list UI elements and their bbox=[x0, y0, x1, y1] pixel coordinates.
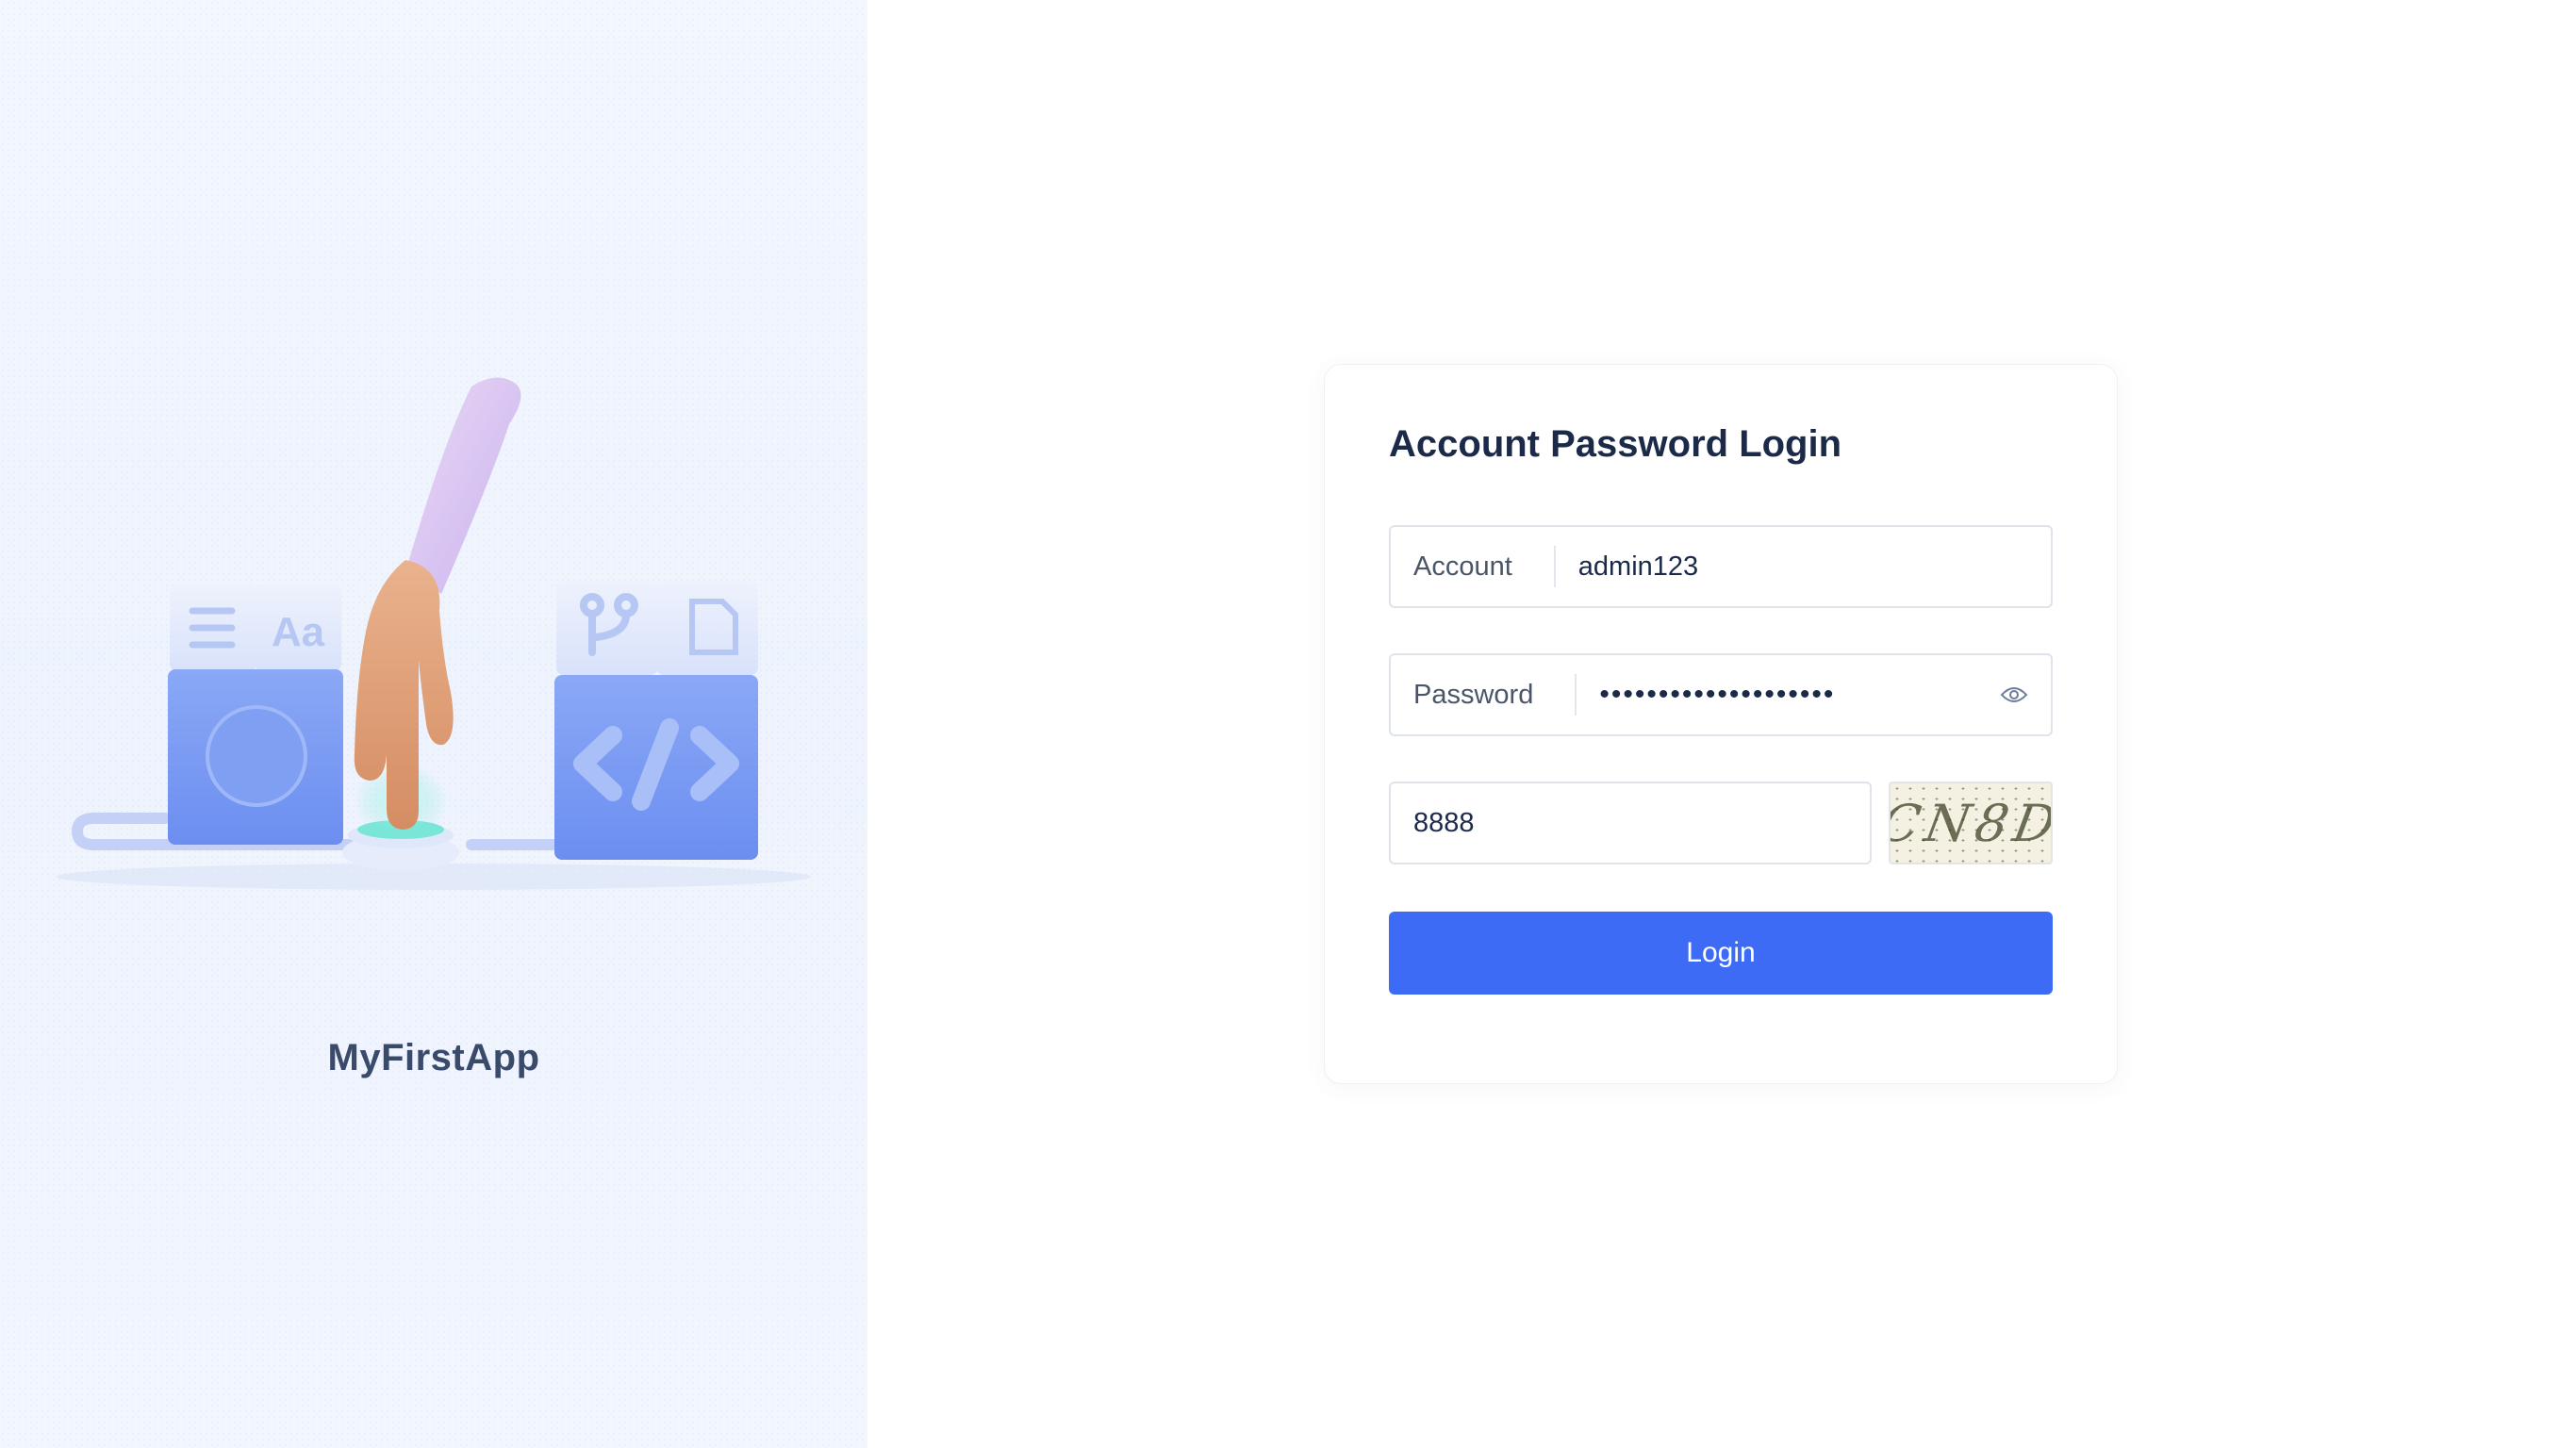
account-input[interactable]: admin123 bbox=[1556, 551, 2051, 583]
captcha-image[interactable]: CN8D bbox=[1889, 782, 2053, 864]
login-card: Account Password Login Account admin123 … bbox=[1324, 364, 2118, 1084]
brand-panel: Aa MyFirstApp bbox=[0, 0, 867, 1448]
password-label: Password bbox=[1391, 674, 1577, 716]
login-page: Aa MyFirstApp Account Password Login Acc… bbox=[0, 0, 2576, 1448]
app-name: MyFirstApp bbox=[327, 1037, 540, 1078]
captcha-value[interactable]: 8888 bbox=[1391, 808, 1475, 839]
account-label: Account bbox=[1391, 546, 1556, 587]
password-input[interactable]: •••••••••••••••••••• bbox=[1577, 679, 1998, 711]
captcha-image-text: CN8D bbox=[1889, 793, 2053, 853]
account-field[interactable]: Account admin123 bbox=[1389, 525, 2053, 608]
password-field[interactable]: Password •••••••••••••••••••• bbox=[1389, 653, 2053, 736]
eye-icon[interactable] bbox=[1998, 679, 2030, 711]
login-button[interactable]: Login bbox=[1389, 912, 2053, 995]
login-title: Account Password Login bbox=[1389, 423, 1842, 465]
svg-text:Aa: Aa bbox=[272, 609, 325, 655]
captcha-input[interactable]: 8888 bbox=[1389, 782, 1872, 864]
hero-illustration: Aa bbox=[57, 377, 811, 890]
